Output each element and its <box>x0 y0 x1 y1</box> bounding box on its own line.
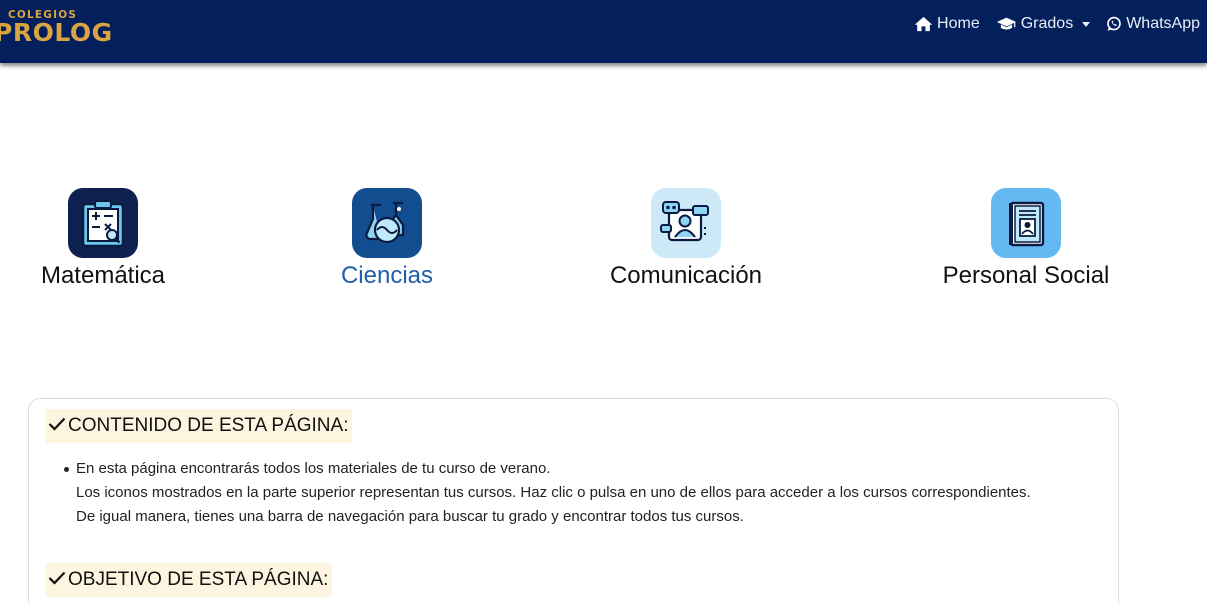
science-flasks-icon <box>352 188 422 258</box>
content-list: En esta página encontrarás todos los mat… <box>64 457 1076 529</box>
course-comunicacion[interactable]: Comunicación <box>576 188 796 290</box>
objective-heading-text: OBJETIVO DE ESTA PÁGINA: <box>68 569 329 590</box>
course-matematica[interactable]: Matemática <box>0 188 213 290</box>
home-icon <box>914 16 933 32</box>
whatsapp-icon <box>1106 16 1122 32</box>
nav-home-link[interactable]: Home <box>914 15 980 33</box>
content-heading: CONTENIDO DE ESTA PÁGINA: <box>46 409 353 443</box>
course-personal-social[interactable]: Personal Social <box>916 188 1136 290</box>
content-bullet-2: Los iconos mostrados en la parte superio… <box>76 484 1031 501</box>
profile-book-icon <box>991 188 1061 258</box>
nav-grados-label: Grados <box>1020 15 1074 32</box>
math-clipboard-icon <box>68 188 138 258</box>
info-card: CONTENIDO DE ESTA PÁGINA: En esta página… <box>28 398 1119 603</box>
nav-whatsapp-label: WhatsApp <box>1126 15 1200 32</box>
graduation-cap-icon <box>996 16 1017 32</box>
course-ciencias-label: Ciencias <box>340 262 434 289</box>
content-bullet-3: De igual manera, tienes una barra de nav… <box>76 508 744 525</box>
checkmark-icon <box>48 569 66 591</box>
main-nav: Home Grados WhatsApp <box>914 15 1200 33</box>
brand-logo-big: PROLOG <box>0 18 113 47</box>
nav-home-label: Home <box>937 15 980 32</box>
course-matematica-label: Matemática <box>40 262 166 289</box>
course-personal-social-label: Personal Social <box>942 262 1110 289</box>
checkmark-icon <box>48 415 66 437</box>
content-heading-text: CONTENIDO DE ESTA PÁGINA: <box>68 415 349 436</box>
objective-heading: OBJETIVO DE ESTA PÁGINA: <box>46 563 333 597</box>
course-comunicacion-label: Comunicación <box>609 262 763 289</box>
nav-grados-dropdown[interactable]: Grados <box>996 15 1091 33</box>
content-bullet-1: En esta página encontrarás todos los mat… <box>76 460 551 477</box>
communication-icon <box>651 188 721 258</box>
list-item: En esta página encontrarás todos los mat… <box>64 457 1076 529</box>
chevron-down-icon <box>1082 21 1091 27</box>
top-navbar: COLEGIOS PROLOG Home Grados WhatsApp <box>0 0 1207 63</box>
nav-whatsapp-link[interactable]: WhatsApp <box>1106 15 1200 33</box>
course-ciencias[interactable]: Ciencias <box>277 188 497 290</box>
